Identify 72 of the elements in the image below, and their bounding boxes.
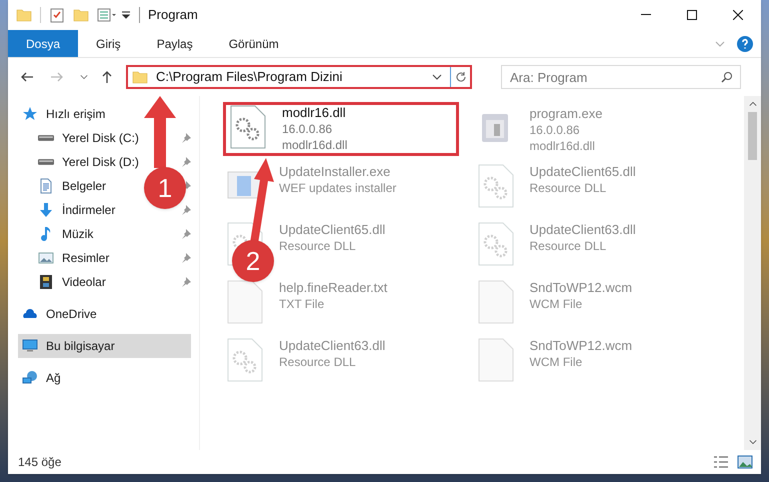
scroll-up-icon[interactable]	[748, 100, 756, 108]
download-icon	[38, 202, 54, 218]
gear-document-icon	[227, 338, 263, 382]
sidebar-item[interactable]: Yerel Disk (D:)	[34, 150, 143, 174]
star-icon	[22, 106, 38, 122]
drive-icon	[38, 159, 54, 165]
scroll-thumb[interactable]	[748, 112, 757, 160]
back-arrow-icon[interactable]	[20, 70, 34, 84]
sidebar-item[interactable]: Müzik	[34, 222, 98, 246]
gear-document-icon	[230, 105, 266, 149]
file-detail: Resource DLL	[530, 180, 608, 196]
help-icon[interactable]	[737, 36, 753, 52]
file-detail: modlr16d.dll	[530, 138, 596, 154]
file-detail: WEF updates installer	[279, 180, 396, 196]
sidebar-item[interactable]: OneDrive	[18, 302, 191, 326]
maximize-icon	[687, 10, 697, 20]
sidebar-item[interactable]: Hızlı erişim	[18, 102, 191, 126]
ribbon-tab[interactable]: Giriş	[78, 30, 139, 57]
ribbon-tab[interactable]: Dosya	[8, 30, 78, 57]
sidebar-item[interactable]: Videolar	[34, 270, 110, 294]
folder-icon	[16, 6, 32, 22]
sidebar-item[interactable]: Yerel Disk (C:)	[34, 126, 143, 150]
address-path: C:\Program Files\Program Dizini	[156, 68, 344, 86]
file-detail: Resource DLL	[279, 238, 357, 254]
document-icon	[478, 338, 514, 382]
chevron-icon[interactable]	[80, 73, 88, 81]
item-count: 145 öğe	[18, 454, 62, 471]
up-arrow-icon[interactable]	[100, 70, 114, 84]
document-icon	[478, 280, 514, 324]
document-icon	[227, 280, 263, 324]
refresh-icon	[454, 71, 466, 83]
scrollbar[interactable]	[744, 96, 761, 450]
file-detail: Resource DLL	[530, 238, 608, 254]
properties-icon[interactable]	[49, 6, 65, 22]
ribbon-tab[interactable]: Paylaş	[138, 30, 211, 57]
sidebar-item[interactable]: Bu bilgisayar	[18, 334, 191, 358]
sidebar-item[interactable]: Belgeler	[34, 174, 110, 198]
details-view-icon[interactable]	[713, 454, 729, 470]
new-folder-icon	[73, 6, 89, 22]
file-detail: TXT File	[279, 296, 326, 312]
close-icon	[733, 10, 743, 20]
file-detail: WCM File	[530, 296, 584, 312]
film-icon	[38, 274, 54, 290]
drive-icon	[38, 135, 54, 141]
search-icon[interactable]	[721, 71, 733, 83]
sidebar-item[interactable]: İndirmeler	[34, 198, 120, 222]
file-item[interactable]: modlr16.dll 16.0.0.86 modlr16d.dll	[223, 102, 459, 156]
pictures-icon	[38, 250, 54, 266]
large-icons-view-icon[interactable]	[737, 454, 753, 470]
file-detail: WCM File	[530, 354, 584, 370]
folder-icon	[132, 69, 148, 85]
minimize-icon	[641, 14, 651, 15]
gear-document-icon	[478, 222, 514, 266]
scroll-down-icon[interactable]	[748, 438, 756, 446]
search-field[interactable]: Ara: Program	[501, 65, 741, 89]
file-detail: Resource DLL	[279, 354, 357, 370]
file-detail: 16.0.0.86	[282, 121, 334, 137]
file-name[interactable]: modlr16.dll	[282, 105, 348, 121]
arrow	[142, 96, 178, 168]
sidebar-item[interactable]: Ağ	[18, 366, 191, 390]
file-detail: 16.0.0.86	[530, 122, 581, 138]
ribbon-tab[interactable]: Görünüm	[210, 30, 297, 57]
document-icon	[38, 178, 54, 194]
computer-icon	[22, 338, 38, 354]
network-icon	[22, 370, 38, 386]
address-bar[interactable]: C:\Program Files\Program Dizini	[126, 65, 472, 89]
dropdown-icon[interactable]	[432, 72, 442, 82]
sidebar-item[interactable]: Resimler	[34, 246, 114, 270]
dropdown-icon[interactable]	[121, 10, 131, 20]
window-title: Program	[148, 6, 198, 24]
file-detail: modlr16d.dll	[282, 137, 348, 153]
gear-document-icon	[478, 164, 514, 208]
